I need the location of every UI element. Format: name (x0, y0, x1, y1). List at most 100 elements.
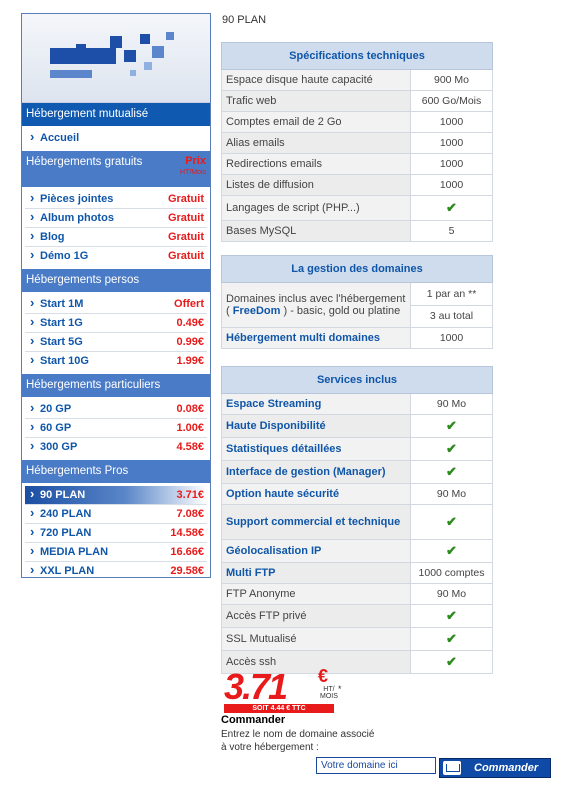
sidebar-list-pros: 90 PLAN 3.71€ 240 PLAN 7.08€ 720 PLAN 14.58… (22, 483, 210, 584)
row-label: Géolocalisation IP (221, 539, 411, 563)
sidebar-item-20-gp[interactable]: 20 GP 0.08€ (25, 399, 207, 419)
sidebar-item-price: 29.58€ (170, 565, 204, 577)
section-header-persos: Hébergements persos (22, 269, 210, 292)
sidebar-item-label: 60 GP (40, 422, 72, 434)
domain-input[interactable] (316, 757, 436, 774)
check-icon: ✔ (446, 464, 457, 479)
check-icon: ✔ (446, 608, 457, 623)
sidebar-item-240-plan[interactable]: 240 PLAN 7.08€ (25, 504, 207, 524)
row-label: Statistiques détaillées (221, 437, 411, 461)
row-value: ✔ (410, 504, 493, 540)
price-column-header: Prix HT/Mois (179, 155, 206, 176)
sidebar-item-start-1g[interactable]: Start 1G 0.49€ (25, 313, 207, 333)
row-value: ✔ (410, 414, 493, 438)
row-value: ✔ (410, 460, 493, 484)
sidebar-item-price: 1.99€ (176, 355, 204, 367)
page-title: 90 PLAN (222, 14, 267, 26)
price-badge: 3.71 € HT/MOIS * SOIT 4.44 € TTC (222, 666, 342, 713)
domains-table-header: La gestion des domaines (221, 255, 493, 283)
row-value: 1000 comptes (410, 562, 493, 584)
row-value: ✔ (410, 650, 493, 674)
sidebar-list-particuliers: 20 GP 0.08€ 60 GP 1.00€ 300 GP 4.58€ (22, 397, 210, 460)
sidebar-item-label: Démo 1G (40, 250, 89, 262)
sidebar-item-label: Pièces jointes (40, 193, 114, 205)
sidebar-item-90-plan[interactable]: 90 PLAN 3.71€ (25, 485, 207, 505)
table-row: Géolocalisation IP ✔ (221, 539, 493, 563)
sidebar-item-media-plan[interactable]: MEDIA PLAN 16.66€ (25, 542, 207, 562)
price-currency: € (318, 666, 329, 686)
row-label: Domaines inclus avec l'hébergement ( Fre… (221, 282, 411, 328)
sidebar-item-blog[interactable]: Blog Gratuit (25, 227, 207, 247)
row-label: Bases MySQL (221, 220, 411, 242)
order-button[interactable]: Commander (439, 758, 551, 778)
sidebar-item-xxl-plan[interactable]: XXL PLAN 29.58€ (25, 561, 207, 580)
sidebar-item-label: Start 1M (40, 298, 84, 310)
order-title: Commander (221, 714, 286, 726)
sidebar-list-gratuits: Pièces jointes Gratuit Album photos Gratui… (22, 187, 210, 269)
freedom-link[interactable]: FreeDom (233, 305, 281, 317)
price-ttc: SOIT 4.44 € TTC (224, 704, 334, 713)
price-unit: HT/MOIS (320, 686, 338, 700)
check-icon: ✔ (446, 543, 457, 558)
logo[interactable] (22, 14, 210, 103)
table-row: Trafic web 600 Go/Mois (221, 90, 493, 112)
section-header-particuliers: Hébergements particuliers (22, 374, 210, 397)
cart-icon (443, 761, 461, 775)
row-label: FTP Anonyme (221, 583, 411, 605)
sidebar-item-album-photos[interactable]: Album photos Gratuit (25, 208, 207, 228)
table-row: Option haute sécurité 90 Mo (221, 483, 493, 505)
section-header-mutualise: Hébergement mutualisé (22, 103, 210, 126)
sidebar-item-accueil[interactable]: Accueil (25, 128, 207, 147)
sidebar-item-label: XXL PLAN (40, 565, 95, 577)
sidebar-item-pieces-jointes[interactable]: Pièces jointes Gratuit (25, 189, 207, 209)
table-row: Redirections emails 1000 (221, 153, 493, 175)
sidebar-item-start-10g[interactable]: Start 10G 1.99€ (25, 351, 207, 370)
table-row: Statistiques détaillées ✔ (221, 437, 493, 461)
row-value: 1000 (410, 327, 493, 349)
row-label: Support commercial et technique (221, 504, 411, 540)
table-row: Haute Disponibilité ✔ (221, 414, 493, 438)
sidebar: Hébergement mutualisé Accueil Hébergemen… (21, 13, 211, 579)
sidebar-item-start-5g[interactable]: Start 5G 0.99€ (25, 332, 207, 352)
table-row: Alias emails 1000 (221, 132, 493, 154)
sidebar-item-price: Offert (174, 298, 204, 310)
table-row: Interface de gestion (Manager) ✔ (221, 460, 493, 484)
row-label: Langages de script (PHP...) (221, 195, 411, 221)
row-value: 900 Mo (410, 69, 493, 91)
row-value: ✔ (410, 539, 493, 563)
row-value: 1000 (410, 174, 493, 196)
sidebar-item-demo-1g[interactable]: Démo 1G Gratuit (25, 246, 207, 265)
section-header-gratuits: Hébergements gratuits Prix HT/Mois (22, 151, 210, 187)
table-row: SSL Mutualisé ✔ (221, 627, 493, 651)
sidebar-item-price: 0.99€ (176, 336, 204, 348)
order-instructions: Entrez le nom de domaine associé à votre… (221, 729, 375, 753)
sidebar-item-price: 16.66€ (170, 546, 204, 558)
sidebar-item-price: 1.00€ (176, 422, 204, 434)
check-icon: ✔ (446, 200, 457, 215)
table-row: Langages de script (PHP...) ✔ (221, 195, 493, 221)
sidebar-item-price: Gratuit (167, 250, 204, 262)
sidebar-item-start-1m[interactable]: Start 1M Offert (25, 294, 207, 314)
row-label: Haute Disponibilité (221, 414, 411, 438)
row-label: SSL Mutualisé (221, 627, 411, 651)
check-icon: ✔ (446, 654, 457, 669)
sidebar-item-label: Start 1G (40, 317, 83, 329)
sidebar-list-persos: Start 1M Offert Start 1G 0.49€ Start 5G 0.9… (22, 292, 210, 374)
table-row: Espace disque haute capacité 900 Mo (221, 69, 493, 91)
price-amount: 3.71 (224, 666, 288, 707)
domains-table: La gestion des domaines Domaines inclus … (221, 255, 493, 349)
row-value: ✔ (410, 604, 493, 628)
table-row: Espace Streaming 90 Mo (221, 393, 493, 415)
sidebar-item-label: Start 10G (40, 355, 89, 367)
row-label: Option haute sécurité (221, 483, 411, 505)
sidebar-item-300-gp[interactable]: 300 GP 4.58€ (25, 437, 207, 456)
row-label: Espace Streaming (221, 393, 411, 415)
table-row: Hébergement multi domaines 1000 (221, 327, 493, 349)
sidebar-item-720-plan[interactable]: 720 PLAN 14.58€ (25, 523, 207, 543)
table-row: Comptes email de 2 Go 1000 (221, 111, 493, 133)
table-row: Listes de diffusion 1000 (221, 174, 493, 196)
sidebar-item-60-gp[interactable]: 60 GP 1.00€ (25, 418, 207, 438)
row-label: Trafic web (221, 90, 411, 112)
row-value: 1000 (410, 153, 493, 175)
row-label: Accès FTP privé (221, 604, 411, 628)
